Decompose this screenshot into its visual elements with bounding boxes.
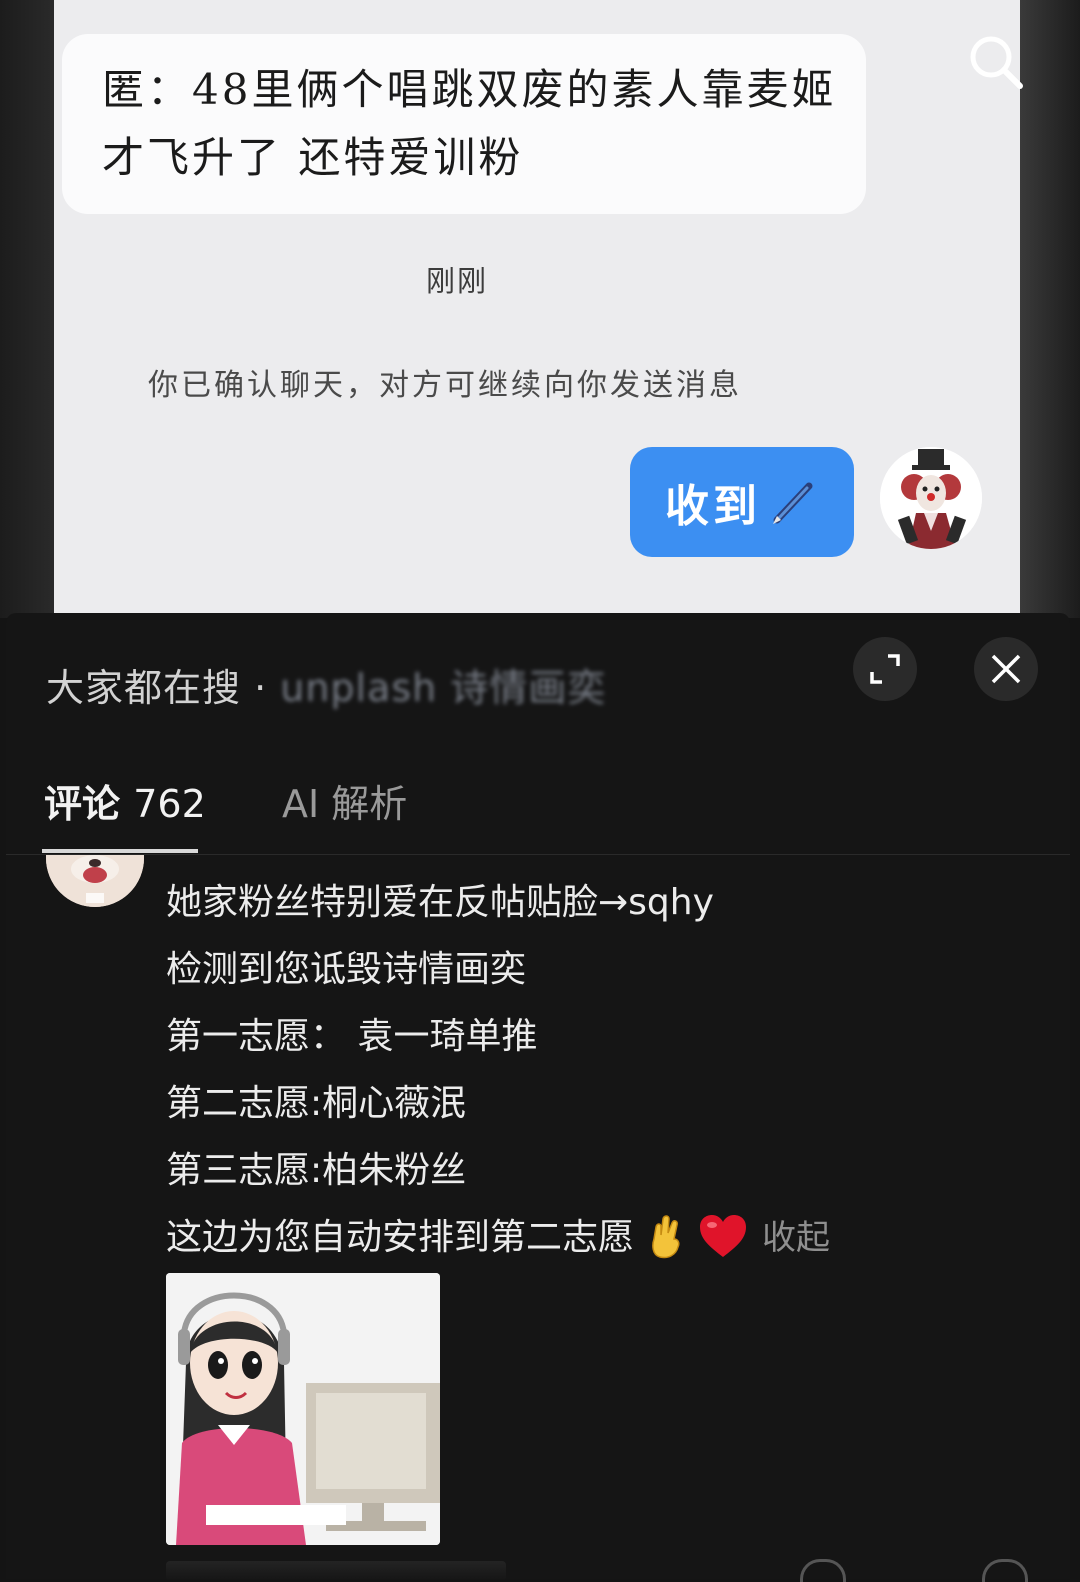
next-comment-preview (166, 1561, 506, 1581)
search-icon[interactable] (966, 32, 1026, 92)
tab-comments-label: 评论 (44, 782, 121, 826)
message-timestamp: 刚刚 (425, 264, 488, 298)
tab-comments-count: 762 (133, 782, 206, 826)
screen-edge-left (0, 0, 54, 618)
tab-comments[interactable]: 评论 762 (44, 773, 206, 828)
comment-line: 第一志愿： 袁一琦单推 (166, 1016, 538, 1057)
expand-button[interactable] (853, 637, 917, 701)
message-line: 匿：48里俩个唱跳双废的素人靠麦姬 (102, 65, 837, 114)
reply-text: 收到 (665, 481, 761, 532)
comment-sheet: 大家都在搜 · unplash 诗情画奕 评论 762 AI 解析 她家粉丝特别… (6, 613, 1070, 1582)
chat-screenshot: 匿：48里俩个唱跳双废的素人靠麦姬 才飞升了 还特爱训粉 刚刚 你已确认聊天，对… (54, 0, 1023, 618)
heart-emoji-icon (700, 1215, 747, 1257)
active-tab-indicator (42, 849, 198, 853)
pen-icon (773, 482, 813, 524)
trending-search-prefix: 大家都在搜 · (46, 666, 281, 710)
trending-search-term[interactable]: unplash 诗情画奕 (280, 666, 606, 710)
crossed-fingers-emoji-icon (652, 1215, 680, 1259)
comment-text: 她家粉丝特别爱在反帖贴脸→sqhy 检测到您诋毁诗情画奕 第一志愿： 袁一琦单推… (166, 869, 1046, 1272)
comment-line-text: 这边为您自动安排到第二志愿 (166, 1217, 635, 1258)
dog-avatar-image (46, 855, 144, 907)
outgoing-message-bubble: 收到 (630, 447, 854, 557)
comment-line: 她家粉丝特别爱在反帖贴脸→sqhy (166, 882, 714, 923)
trending-search-bar[interactable]: 大家都在搜 · unplash 诗情画奕 (46, 657, 606, 710)
incoming-message-bubble: 匿：48里俩个唱跳双废的素人靠麦姬 才飞升了 还特爱训粉 (62, 34, 866, 214)
avatar[interactable] (46, 855, 144, 907)
comment-line: 第二志愿:桐心薇泯 (166, 1083, 467, 1124)
close-icon (991, 654, 1021, 684)
comment-line: 检测到您诋毁诗情画奕 (166, 949, 527, 990)
tabs-divider (6, 854, 1070, 855)
collapse-link[interactable]: 收起 (762, 1218, 830, 1258)
comment-line: 第三志愿:柏朱粉丝 (166, 1150, 467, 1191)
girl-at-computer-sticker (166, 1273, 440, 1545)
screen-edge-right (1020, 0, 1080, 618)
system-note: 你已确认聊天，对方可继续向你发送消息 (148, 368, 742, 403)
avatar[interactable] (880, 447, 982, 549)
sticker-image[interactable] (166, 1273, 440, 1545)
message-line: 才飞升了 还特爱训粉 (102, 133, 524, 182)
comment-last-line: 这边为您自动安排到第二志愿 收起 (166, 1204, 1046, 1272)
clown-avatar-image (880, 447, 982, 549)
expand-icon (870, 654, 900, 684)
close-button[interactable] (974, 637, 1038, 701)
tab-ai-analysis[interactable]: AI 解析 (282, 773, 407, 828)
